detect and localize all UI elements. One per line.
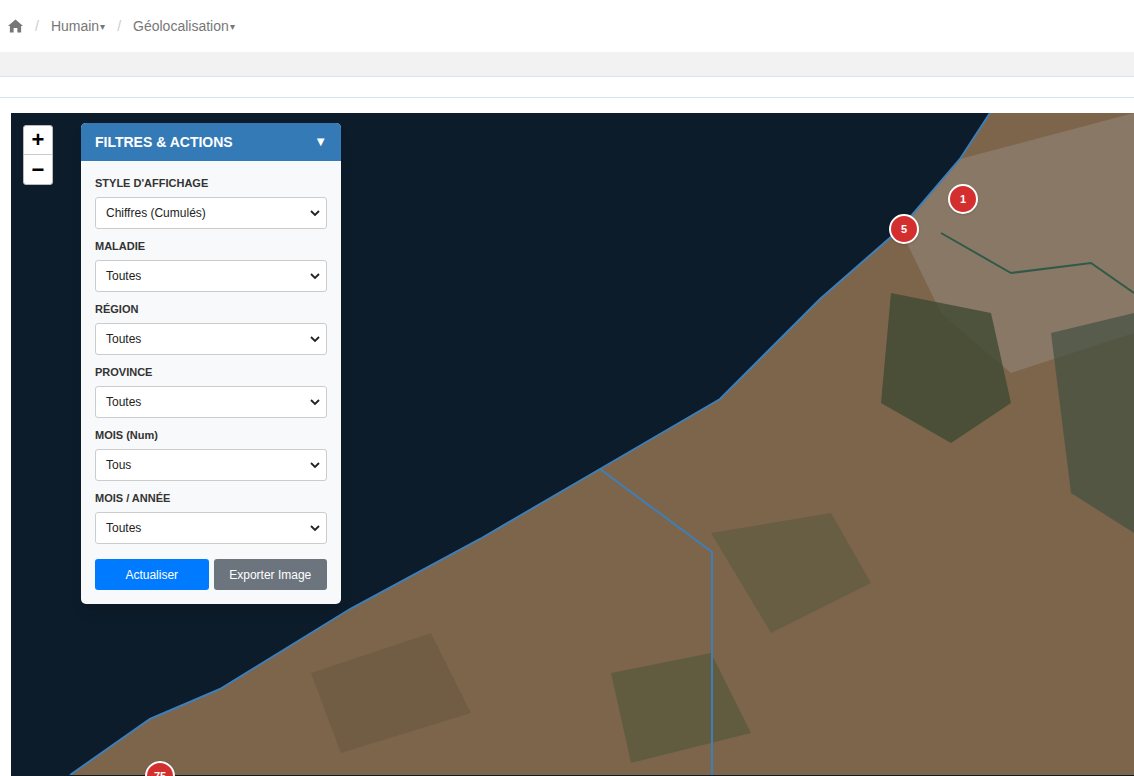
select[interactable]: Chiffres (Cumulés) — [95, 197, 327, 229]
breadcrumb-bar: /Humain▾/Géolocalisation▾ — [0, 0, 1134, 52]
filters-panel: FILTRES & ACTIONS ▼ STYLE D'AFFICHAGE Chiff… — [81, 123, 341, 604]
caret-icon: ▾ — [100, 19, 105, 34]
caret-icon: ▾ — [230, 19, 235, 34]
toolbar-strip — [0, 52, 1134, 77]
breadcrumb-label[interactable]: Géolocalisation — [133, 16, 229, 37]
chevron-icon — [310, 273, 320, 280]
field-label: RÉGION — [95, 303, 327, 316]
export-button[interactable]: Exporter Image — [214, 559, 328, 590]
zoom-out-button[interactable]: − — [24, 155, 52, 184]
zoom-control: +− — [23, 125, 53, 185]
spacer-strip — [0, 77, 1134, 98]
select-value: Toutes — [106, 267, 141, 285]
filter-field: PROVINCE Toutes — [95, 366, 327, 418]
map-marker[interactable]: 5 — [889, 214, 919, 244]
select-value: Toutes — [106, 393, 141, 411]
filter-field: MOIS (Num) Tous — [95, 429, 327, 481]
select[interactable]: Toutes — [95, 260, 327, 292]
panel-header[interactable]: FILTRES & ACTIONS ▼ — [81, 123, 341, 161]
select-value: Chiffres (Cumulés) — [106, 204, 206, 222]
zoom-in-button[interactable]: + — [24, 126, 52, 155]
field-label: MOIS / ANNÉE — [95, 492, 327, 505]
field-label: MALADIE — [95, 240, 327, 253]
map-marker[interactable]: 1 — [948, 184, 978, 214]
breadcrumb-item[interactable]: Humain▾ — [51, 16, 105, 37]
refresh-button[interactable]: Actualiser — [95, 559, 209, 590]
chevron-icon — [310, 462, 320, 469]
select-value: Toutes — [106, 330, 141, 348]
collapse-icon[interactable]: ▼ — [314, 132, 327, 152]
panel-title: FILTRES & ACTIONS — [95, 132, 233, 153]
field-label: STYLE D'AFFICHAGE — [95, 177, 327, 190]
select[interactable]: Tous — [95, 449, 327, 481]
home-icon[interactable] — [8, 19, 23, 33]
select-value: Toutes — [106, 519, 141, 537]
chevron-icon — [310, 210, 320, 217]
field-label: PROVINCE — [95, 366, 327, 379]
breadcrumb-separator: / — [33, 16, 41, 37]
filter-field: STYLE D'AFFICHAGE Chiffres (Cumulés) — [95, 177, 327, 229]
map[interactable]: +− 1575 FILTRES & ACTIONS▼STYLE D'AFFICH… — [11, 113, 1134, 776]
filter-field: MOIS / ANNÉE Toutes — [95, 492, 327, 544]
field-label: MOIS (Num) — [95, 429, 327, 442]
chevron-icon — [310, 525, 320, 532]
breadcrumb-label[interactable]: Humain — [51, 16, 99, 37]
filter-field: RÉGION Toutes — [95, 303, 327, 355]
select[interactable]: Toutes — [95, 386, 327, 418]
breadcrumb-item[interactable]: Géolocalisation▾ — [133, 16, 235, 37]
select[interactable]: Toutes — [95, 512, 327, 544]
select-value: Tous — [106, 456, 131, 474]
chevron-icon — [310, 336, 320, 343]
breadcrumb-separator: / — [115, 16, 123, 37]
filter-field: MALADIE Toutes — [95, 240, 327, 292]
select[interactable]: Toutes — [95, 323, 327, 355]
chevron-icon — [310, 399, 320, 406]
